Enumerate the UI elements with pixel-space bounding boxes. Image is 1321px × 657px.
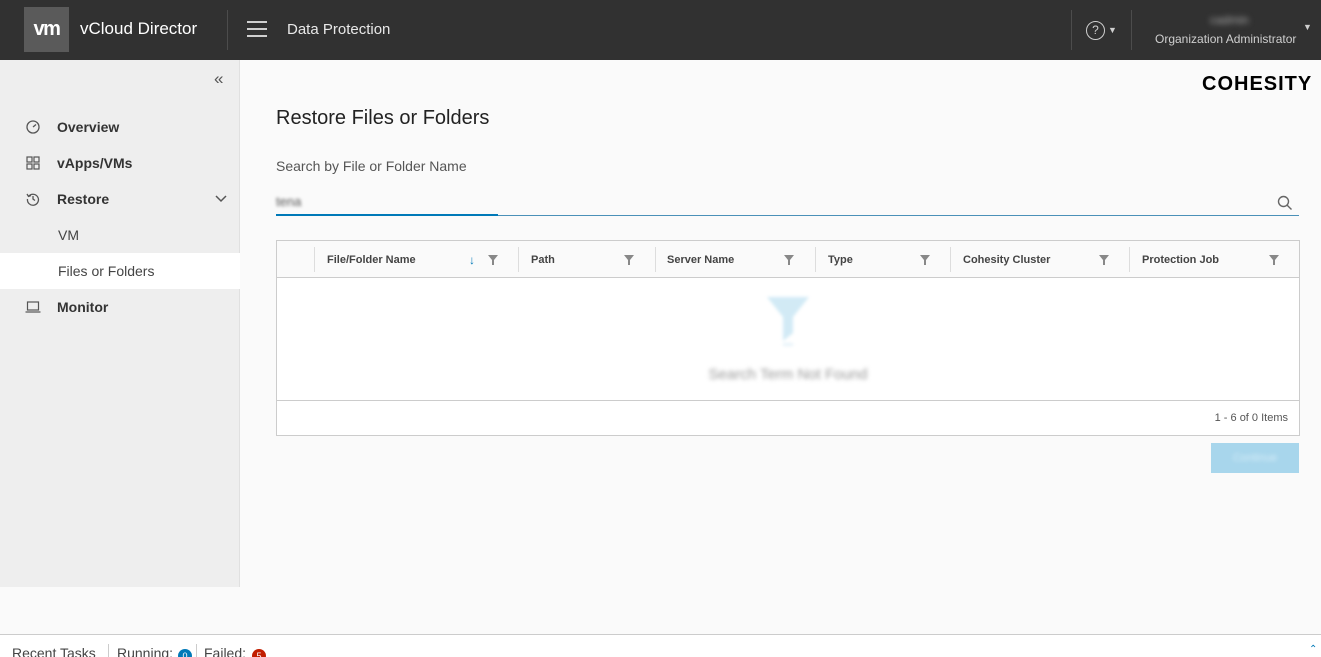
column-label: Protection Job	[1142, 253, 1220, 266]
user-menu[interactable]: cadmin Organization Administrator ▼	[1155, 12, 1315, 48]
grid-icon	[25, 155, 41, 171]
sidebar-item-files-or-folders[interactable]: Files or Folders	[0, 253, 240, 289]
pagination-text: 1 - 6 of 0 Items	[1214, 412, 1288, 424]
sidebar-item-label: Overview	[57, 119, 120, 135]
gauge-icon	[25, 119, 41, 135]
column-separator	[518, 247, 519, 272]
column-label: Path	[531, 253, 555, 266]
header-divider	[1131, 10, 1132, 50]
column-server-name[interactable]: Server Name	[667, 241, 734, 278]
column-separator	[1129, 247, 1130, 272]
app-title: vCloud Director	[80, 19, 198, 38]
help-menu[interactable]: ? ▼	[1086, 20, 1120, 40]
laptop-icon	[25, 299, 41, 315]
empty-message: Search Term Not Found	[708, 366, 868, 383]
search-input[interactable]	[276, 189, 1266, 214]
sort-descending-icon[interactable]: ↓	[469, 253, 475, 267]
column-separator	[815, 247, 816, 272]
column-cohesity-cluster[interactable]: Cohesity Cluster	[963, 241, 1050, 278]
column-separator	[655, 247, 656, 272]
filter-icon[interactable]	[624, 255, 634, 265]
chevron-down-icon: ▼	[1108, 25, 1117, 35]
filter-icon[interactable]	[1269, 255, 1279, 265]
hamburger-menu-icon[interactable]	[247, 21, 267, 39]
column-file-folder-name[interactable]: File/Folder Name	[327, 241, 416, 278]
top-header: vm vCloud Director Data Protection ? ▼ c…	[0, 0, 1321, 60]
running-label: Running:	[117, 645, 174, 657]
sidebar-item-label: Restore	[57, 191, 110, 207]
continue-button[interactable]: Continue	[1211, 443, 1299, 473]
column-label: Server Name	[667, 253, 735, 266]
column-type[interactable]: Type	[828, 241, 853, 278]
failed-count-badge: 5	[252, 649, 266, 657]
search-icon[interactable]	[1277, 195, 1293, 211]
continue-button-label: Continue	[1232, 452, 1278, 464]
sidebar-item-label: vApps/VMs	[57, 155, 133, 171]
recent-tasks-label[interactable]: Recent Tasks	[12, 645, 96, 657]
sidebar: « Overview vApps/VMs Restore VM Files or…	[0, 60, 240, 587]
datagrid-footer: 1 - 6 of 0 Items	[277, 400, 1299, 435]
section-title: Data Protection	[287, 21, 391, 38]
recent-tasks-bar: Recent Tasks Running: 0 Failed: 5 ⌃	[0, 634, 1321, 657]
failed-label: Failed:	[204, 645, 247, 657]
results-datagrid: File/Folder Name ↓ Path Server Name Type…	[276, 240, 1300, 436]
column-label: File/Folder Name	[327, 253, 416, 266]
sidebar-item-monitor[interactable]: Monitor	[0, 289, 240, 325]
search-field	[276, 189, 1299, 216]
running-count-badge: 0	[178, 649, 192, 657]
search-label: Search by File or Folder Name	[276, 158, 467, 174]
vmware-logo: vm	[24, 7, 69, 52]
collapse-sidebar-icon[interactable]: «	[214, 69, 223, 89]
column-path[interactable]: Path	[531, 241, 555, 278]
sidebar-item-overview[interactable]: Overview	[0, 109, 240, 145]
column-separator	[314, 247, 315, 272]
help-icon: ?	[1086, 20, 1105, 40]
sidebar-item-restore[interactable]: Restore	[0, 181, 240, 217]
column-label: Cohesity Cluster	[963, 253, 1051, 266]
search-focus-underline	[276, 214, 498, 216]
sidebar-item-label: Monitor	[57, 299, 109, 315]
filter-icon[interactable]	[920, 255, 930, 265]
chevron-up-icon[interactable]: ⌃	[1309, 644, 1317, 655]
bar-separator	[108, 644, 109, 657]
filter-icon[interactable]	[488, 255, 498, 265]
sidebar-item-label: VM	[58, 227, 79, 243]
column-protection-job[interactable]: Protection Job	[1142, 241, 1219, 278]
column-separator	[950, 247, 951, 272]
cohesity-logo: COHESITY	[1202, 73, 1313, 95]
empty-filter-icon	[767, 297, 809, 346]
sidebar-item-label: Files or Folders	[58, 263, 155, 279]
user-role: Organization Administrator	[1155, 32, 1297, 46]
bar-separator	[196, 644, 197, 657]
header-divider	[1071, 10, 1072, 50]
column-label: Type	[828, 253, 853, 266]
chevron-down-icon[interactable]	[215, 192, 227, 206]
sidebar-item-vapps[interactable]: vApps/VMs	[0, 145, 240, 181]
datagrid-header: File/Folder Name ↓ Path Server Name Type…	[277, 241, 1299, 278]
datagrid-placeholder: Search Term Not Found	[277, 279, 1299, 400]
chevron-down-icon: ▼	[1303, 22, 1312, 32]
filter-icon[interactable]	[784, 255, 794, 265]
filter-icon[interactable]	[1099, 255, 1109, 265]
sidebar-item-vm[interactable]: VM	[0, 217, 240, 253]
history-icon	[25, 191, 41, 207]
page-title: Restore Files or Folders	[276, 107, 490, 129]
user-name: cadmin	[1210, 13, 1249, 27]
header-divider	[227, 10, 228, 50]
